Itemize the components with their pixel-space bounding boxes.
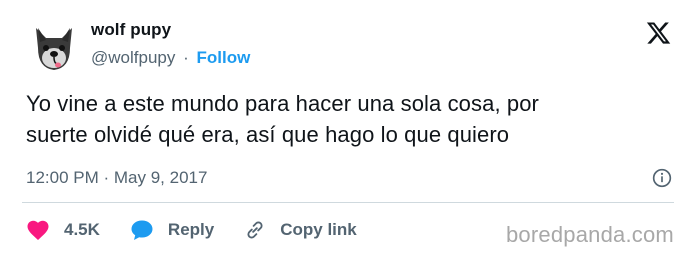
source-watermark: boredpanda.com <box>506 222 674 247</box>
author-handle-row: @wolfpupy · Follow <box>91 48 250 68</box>
link-icon <box>247 221 263 239</box>
like-button[interactable]: 4.5K <box>26 219 100 241</box>
author-handle[interactable]: @wolfpupy <box>91 48 175 67</box>
tweet-text: Yo vine a este mundo para hacer una sola… <box>26 88 666 150</box>
author-display-name[interactable]: wolf pupy <box>91 20 171 40</box>
action-bar: 4.5K Reply Copy link <box>26 216 387 244</box>
tweet-text-line: suerte olvidé qué era, así que hago lo q… <box>26 122 510 147</box>
separator-dot: · <box>183 48 189 67</box>
copy-link-label: Copy link <box>280 220 357 239</box>
reply-bubble-icon <box>131 220 153 240</box>
info-icon[interactable] <box>652 168 672 188</box>
reply-label: Reply <box>167 220 215 239</box>
copy-link-button[interactable]: Copy link <box>244 219 357 241</box>
tweet-timestamp[interactable]: 12:00 PM · May 9, 2017 <box>26 168 207 188</box>
tweet-text-line: Yo vine a este mundo para hacer una sola… <box>26 91 539 116</box>
divider <box>22 202 674 203</box>
x-logo-icon[interactable] <box>645 20 672 46</box>
reply-button[interactable]: Reply <box>130 219 214 241</box>
follow-button[interactable]: Follow <box>197 48 251 67</box>
likes-count: 4.5K <box>64 220 100 239</box>
heart-icon <box>27 220 49 240</box>
avatar[interactable] <box>26 18 82 74</box>
wolf-pup-avatar-icon <box>26 18 82 74</box>
